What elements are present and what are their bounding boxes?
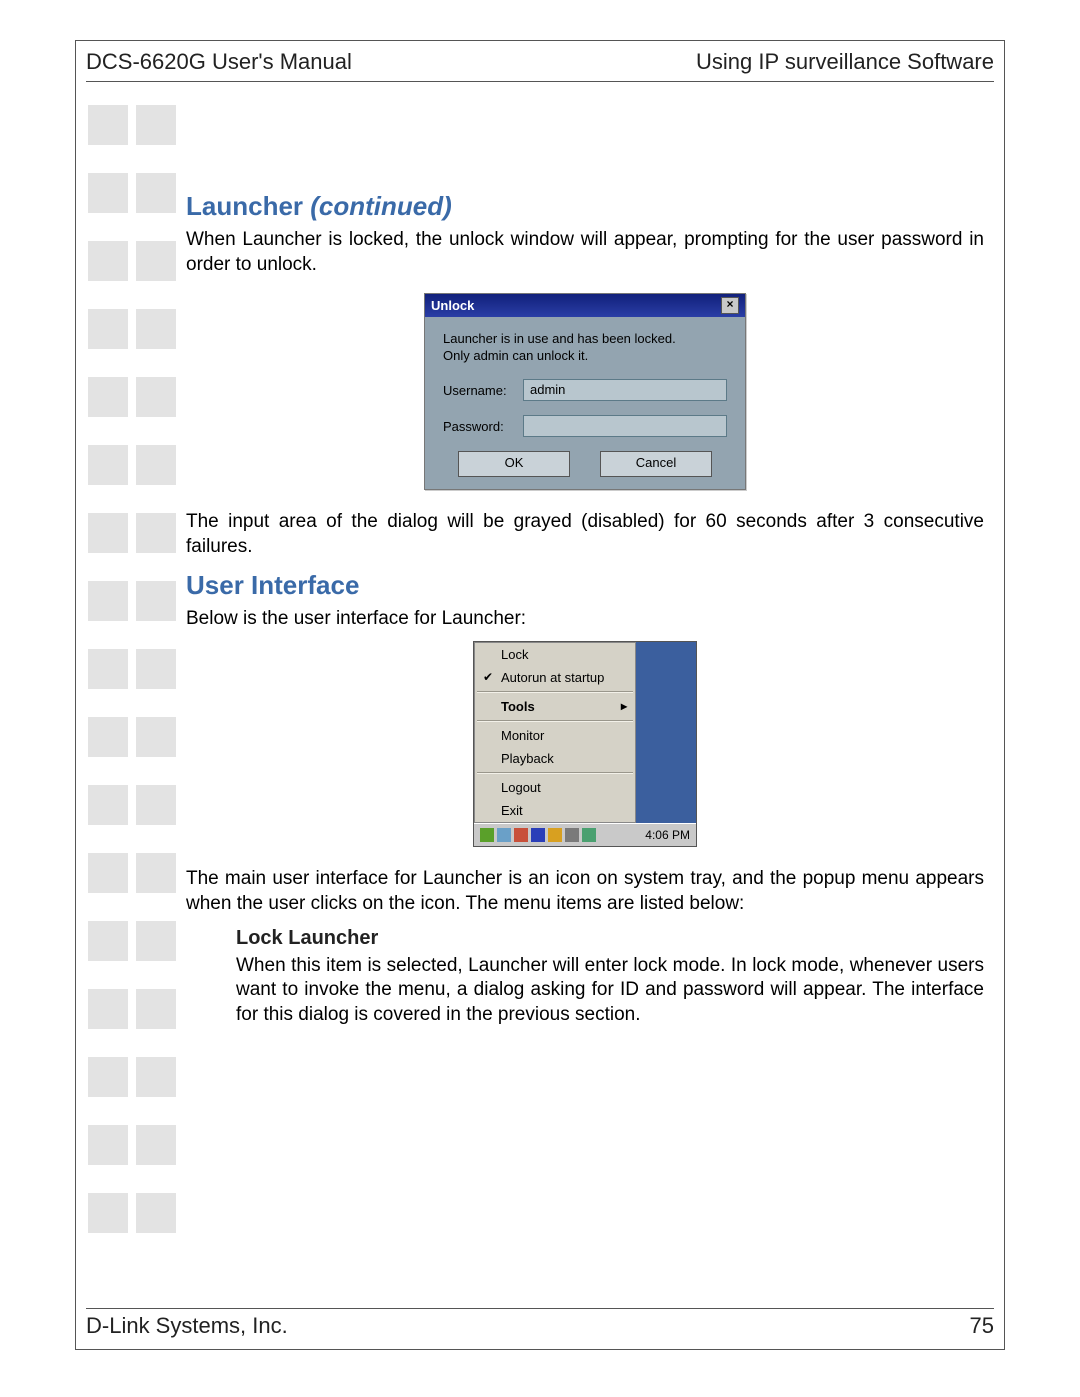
close-icon[interactable]: × (721, 297, 739, 314)
tray-icon[interactable] (514, 828, 528, 842)
header-right: Using IP surveillance Software (696, 49, 994, 75)
tray-icon[interactable] (531, 828, 545, 842)
side-decoration (88, 105, 176, 1289)
header-divider (86, 81, 994, 82)
password-input[interactable] (523, 415, 727, 437)
para-grayed: The input area of the dialog will be gra… (186, 510, 984, 559)
page-header: DCS-6620G User's Manual Using IP surveil… (86, 49, 994, 75)
username-label: Username: (443, 383, 523, 398)
footer-left: D-Link Systems, Inc. (86, 1313, 288, 1339)
para-lock-prompt: When Launcher is locked, the unlock wind… (186, 228, 984, 277)
menu-divider (477, 691, 633, 693)
unlock-body: Launcher is in use and has been locked. … (425, 317, 745, 489)
para-lock-launcher: When this item is selected, Launcher wil… (236, 954, 984, 1028)
para-ui-intro: Below is the user interface for Launcher… (186, 607, 984, 632)
unlock-titlebar: Unlock × (425, 294, 745, 317)
unlock-title: Unlock (431, 298, 474, 313)
cancel-button[interactable]: Cancel (600, 451, 712, 477)
launcher-popup: Lock Autorun at startup Tools Monitor Pl… (473, 641, 697, 847)
menu-lock[interactable]: Lock (475, 643, 635, 666)
password-row: Password: (443, 415, 727, 437)
page-frame: DCS-6620G User's Manual Using IP surveil… (75, 40, 1005, 1350)
username-input[interactable]: admin (523, 379, 727, 401)
page-footer: D-Link Systems, Inc. 75 (86, 1313, 994, 1339)
menu-tools[interactable]: Tools (475, 695, 635, 718)
heading-launcher-continued: Launcher (continued) (186, 191, 984, 222)
heading-lock-launcher: Lock Launcher (236, 927, 984, 950)
menu-logout[interactable]: Logout (475, 776, 635, 799)
password-label: Password: (443, 419, 523, 434)
unlock-msg-line2: Only admin can unlock it. (443, 348, 588, 363)
footer-divider (86, 1308, 994, 1309)
page-content: Launcher (continued) When Launcher is lo… (186, 191, 984, 1038)
launcher-menu: Lock Autorun at startup Tools Monitor Pl… (474, 642, 636, 823)
heading-text: Launcher (186, 191, 310, 221)
lock-launcher-block: Lock Launcher When this item is selected… (236, 927, 984, 1028)
heading-ital: (continued) (310, 191, 452, 221)
tray-icon[interactable] (565, 828, 579, 842)
page-number: 75 (970, 1313, 994, 1339)
unlock-dialog: Unlock × Launcher is in use and has been… (424, 293, 746, 490)
para-ui-desc: The main user interface for Launcher is … (186, 867, 984, 916)
ok-button[interactable]: OK (458, 451, 570, 477)
tray-icon[interactable] (480, 828, 494, 842)
menu-playback[interactable]: Playback (475, 747, 635, 770)
menu-exit[interactable]: Exit (475, 799, 635, 822)
menu-divider (477, 720, 633, 722)
menu-monitor[interactable]: Monitor (475, 724, 635, 747)
menu-autorun[interactable]: Autorun at startup (475, 666, 635, 689)
header-left: DCS-6620G User's Manual (86, 49, 352, 75)
unlock-msg-line1: Launcher is in use and has been locked. (443, 331, 676, 346)
heading-user-interface: User Interface (186, 570, 984, 601)
unlock-message: Launcher is in use and has been locked. … (443, 331, 727, 365)
system-tray: 4:06 PM (474, 823, 696, 846)
tray-icon[interactable] (497, 828, 511, 842)
tray-icon[interactable] (582, 828, 596, 842)
username-row: Username: admin (443, 379, 727, 401)
menu-divider (477, 772, 633, 774)
tray-icon[interactable] (548, 828, 562, 842)
tray-clock: 4:06 PM (635, 828, 690, 842)
desktop-strip (636, 642, 696, 823)
